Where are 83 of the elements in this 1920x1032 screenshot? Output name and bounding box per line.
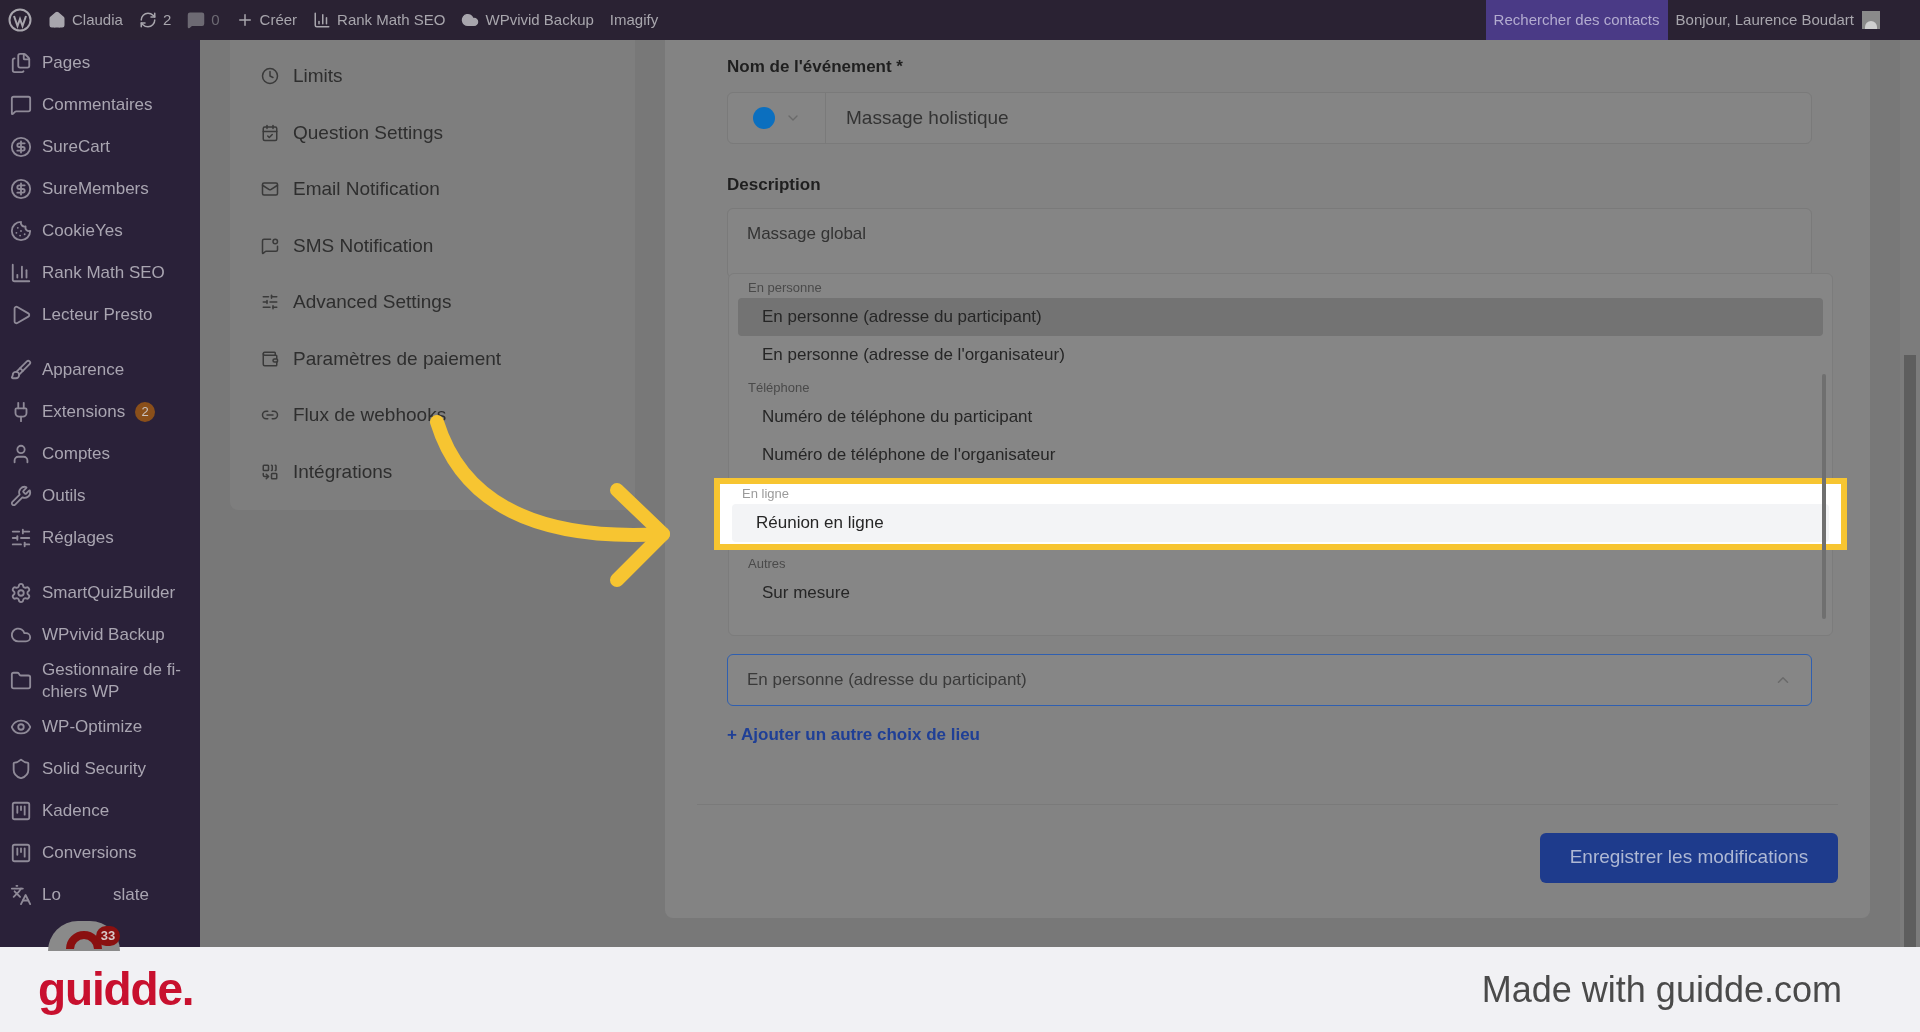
board-icon — [10, 842, 32, 864]
sidebar-item[interactable]: Lo slate — [0, 874, 200, 916]
settings-menu-item[interactable]: SMS Notification — [261, 217, 635, 274]
settings-menu-item[interactable]: Limits — [261, 48, 635, 105]
speech-bubble-icon — [10, 94, 32, 116]
sidebar-item[interactable]: Rank Math SEO — [0, 252, 200, 294]
sidebar-item[interactable]: CookieYes — [0, 210, 200, 252]
sliders-icon — [261, 293, 279, 312]
mail-icon — [261, 180, 279, 199]
group-header: En ligne — [741, 486, 790, 503]
shield-icon — [10, 758, 32, 780]
brand-logo: guidde. — [38, 962, 194, 1017]
settings-menu-item[interactable]: Email Notification — [261, 161, 635, 218]
dropdown-option[interactable]: En personne (adresse du participant) — [738, 298, 1823, 336]
cookie-icon — [10, 220, 32, 242]
sidebar-item[interactable]: SureCart — [0, 126, 200, 168]
board-icon — [10, 800, 32, 822]
sliders-icon — [10, 527, 32, 549]
admin-bar-link[interactable]: WPvivid Backup — [453, 0, 602, 40]
sidebar-item[interactable]: SmartQuizBuilder — [0, 572, 200, 614]
notification-badge: 33 — [96, 926, 120, 946]
sidebar-item[interactable]: Conversions — [0, 832, 200, 874]
sidebar-item[interactable]: Extensions 2 — [0, 391, 200, 433]
sidebar-item[interactable]: Commentaires — [0, 84, 200, 126]
description-field[interactable]: Massage global — [727, 208, 1812, 278]
field-label: Description — [727, 174, 822, 194]
bar-chart-icon — [10, 262, 32, 284]
coin-icon — [10, 136, 32, 158]
dropdown-option[interactable]: Numéro de téléphone du participant — [738, 398, 1823, 436]
settings-menu-item[interactable]: Intégrations — [261, 443, 635, 500]
admin-bar-link[interactable]: Claudia — [40, 0, 131, 40]
sidebar-item[interactable]: WPvivid Backup — [0, 614, 200, 656]
bar-chart-icon — [313, 11, 332, 29]
calendar-icon — [261, 123, 279, 142]
admin-bar-link[interactable]: Rank Math SEO — [305, 0, 454, 40]
sidebar-item[interactable]: Gestionnaire de fi-chiers WP — [0, 656, 200, 706]
settings-menu-item[interactable]: Flux de webhooks — [261, 387, 635, 444]
wordpress-logo-icon[interactable] — [8, 8, 32, 32]
account-link[interactable]: Bonjour, Laurence Boudart — [1667, 0, 1888, 40]
save-button[interactable]: Enregistrer les modifications — [1540, 832, 1838, 883]
sidebar-item[interactable]: Comptes — [0, 433, 200, 475]
sidebar-item[interactable]: Solid Security — [0, 748, 200, 790]
clock-icon — [261, 67, 279, 86]
message-icon — [261, 236, 279, 255]
admin-bar-link[interactable]: Créer — [227, 0, 306, 40]
sidebar-item[interactable]: Pages — [0, 42, 200, 84]
admin-bar-link[interactable]: 2 — [130, 0, 180, 40]
made-with-text: Made with guidde.com — [1481, 967, 1842, 1012]
sidebar-item[interactable]: Réglages — [0, 517, 200, 559]
speech-bubble-icon — [187, 11, 206, 29]
refresh-icon — [138, 11, 157, 29]
sidebar-item[interactable]: Apparence — [0, 349, 200, 391]
sidebar-item[interactable]: SureMembers — [0, 168, 200, 210]
group-header: En personne — [747, 280, 823, 297]
home-icon — [48, 11, 66, 29]
sidebar-item[interactable]: Kadence — [0, 790, 200, 832]
wallet-icon — [261, 349, 279, 368]
avatar-icon — [1862, 11, 1880, 29]
coin-icon — [10, 178, 32, 200]
translate-icon — [10, 884, 32, 906]
dropdown-option[interactable]: Réunion en ligne — [732, 504, 1829, 542]
cloud-icon — [461, 11, 480, 29]
pages-icon — [10, 52, 32, 74]
group-header: Téléphone — [747, 380, 811, 397]
settings-icon — [10, 582, 32, 604]
folder-icon — [10, 670, 32, 692]
settings-menu-item[interactable]: Question Settings — [261, 104, 635, 161]
search-contacts-link[interactable]: Rechercher des contacts — [1485, 0, 1668, 40]
sidebar-item[interactable]: Lecteur Presto — [0, 294, 200, 336]
settings-menu-item[interactable]: Paramètres de paiement — [261, 330, 635, 387]
dropdown-option[interactable]: En personne (adresse de l'organisateur) — [738, 336, 1823, 374]
wrench-icon — [10, 485, 32, 507]
count-badge: 2 — [135, 402, 156, 422]
sidebar-item[interactable]: Outils — [0, 475, 200, 517]
dropdown-option[interactable]: Sur mesure — [738, 574, 1823, 612]
field-label: Nom de l'événement * — [727, 56, 904, 76]
dropdown-option[interactable]: Numéro de téléphone de l'organisateur — [738, 436, 1823, 474]
admin-bar-link[interactable]: Imagify — [601, 0, 667, 40]
sidebar-item[interactable]: WP-Optimize — [0, 706, 200, 748]
settings-menu-item[interactable]: Advanced Settings — [261, 274, 635, 331]
group-header: Autres — [747, 556, 787, 573]
event-name-field[interactable]: Massage holistique — [727, 92, 1812, 144]
brush-icon — [10, 359, 32, 381]
